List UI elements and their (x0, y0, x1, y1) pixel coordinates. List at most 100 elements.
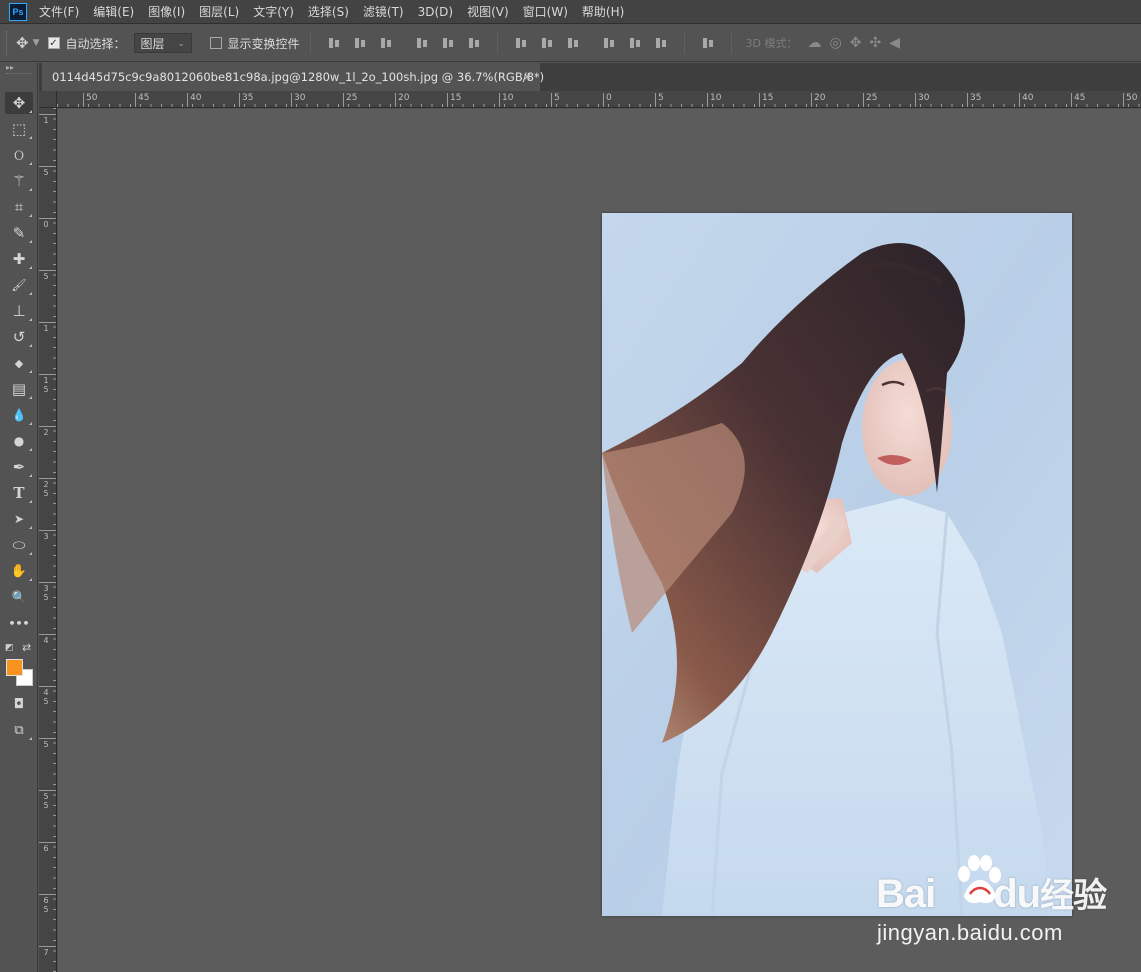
ruler-tick-label: 20 (394, 93, 410, 107)
swap-colors-icon[interactable]: ⇄ (22, 641, 31, 654)
close-icon[interactable]: × (523, 70, 532, 83)
menu-window[interactable]: 窗口(W) (523, 3, 568, 20)
hand-tool[interactable]: ✋ (5, 560, 33, 582)
zoom-tool[interactable]: 🔍 (5, 586, 33, 608)
distribute-vertical-center-icon[interactable] (540, 36, 554, 50)
quick-mask-icon: ◘ (13, 696, 25, 712)
divider (309, 32, 311, 54)
history-brush-icon: ↺ (12, 328, 26, 346)
options-grip[interactable] (6, 31, 12, 55)
ruler-tick-label: 1 (39, 322, 56, 333)
ruler-tick-label: 45 (1070, 93, 1086, 107)
align-top-icon[interactable] (327, 36, 341, 50)
menu-type[interactable]: 文字(Y) (253, 3, 294, 20)
more-tools[interactable]: ••• (5, 612, 33, 634)
menu-file[interactable]: 文件(F) (39, 3, 79, 20)
menu-view[interactable]: 视图(V) (467, 3, 509, 20)
align-bottom-icon[interactable] (379, 36, 393, 50)
blur-tool[interactable]: 💧 (5, 404, 33, 426)
3d-mode-label: 3D 模式： (745, 37, 798, 50)
crop-tool[interactable]: ⌗ (5, 196, 33, 218)
chevron-down-icon: ⌄ (177, 38, 185, 48)
ruler-tick-label: 35 (966, 93, 982, 107)
lasso-icon: ଠ (13, 146, 24, 164)
healing-brush-tool[interactable]: ✚ (5, 248, 33, 270)
eyedropper-tool[interactable]: ✎ (5, 222, 33, 244)
menu-filter[interactable]: 滤镜(T) (363, 3, 404, 20)
eraser-tool[interactable]: ◆ (5, 352, 33, 374)
foreground-color-swatch[interactable] (6, 659, 23, 676)
menu-select[interactable]: 选择(S) (308, 3, 349, 20)
ruler-tick-label: 30 (914, 93, 930, 107)
ruler-tick-label: 6 (39, 842, 56, 853)
distribute-bottom-icon[interactable] (566, 36, 580, 50)
path-selection-tool[interactable]: ➤ (5, 508, 33, 530)
distribute-horizontal-center-icon[interactable] (628, 36, 642, 50)
align-horizontal-center-icon[interactable] (441, 36, 455, 50)
ruler-tick-label: 1 5 (39, 374, 56, 394)
menu-help[interactable]: 帮助(H) (582, 3, 624, 20)
quick-mask-button[interactable]: ◘ (5, 693, 33, 715)
brush-tool[interactable]: 🖌 (5, 274, 33, 296)
menu-edit[interactable]: 编辑(E) (93, 3, 134, 20)
magic-wand-tool[interactable]: ⚚ (5, 170, 33, 192)
document-image[interactable] (602, 213, 1072, 916)
brush-icon: 🖌 (11, 278, 27, 292)
document-tab[interactable]: 0114d45d75c9c9a8012060be81c98a.jpg@1280w… (42, 63, 544, 91)
auto-select-target-dropdown[interactable]: 图层 ⌄ (133, 33, 192, 53)
history-brush-tool[interactable]: ↺ (5, 326, 33, 348)
horizontal-ruler[interactable]: 50 45 40 35 30 25 20 15 10 5 0 5 10 15 20 25 30 35 40 45 50 (57, 91, 1141, 108)
default-colors-icon[interactable]: ◩ (5, 643, 14, 653)
vertical-ruler[interactable]: 1 5 0 5 1 1 5 2 2 5 3 3 5 4 4 5 5 5 5 6 6 5 7 (39, 108, 57, 972)
type-tool[interactable]: T (5, 482, 33, 504)
pen-tool[interactable]: ✒ (5, 456, 33, 478)
3d-pan-icon[interactable]: ✥ (850, 35, 862, 51)
clone-stamp-tool[interactable]: ⊥ (5, 300, 33, 322)
align-right-icon[interactable] (467, 36, 481, 50)
marquee-tool[interactable]: ⬚ (5, 118, 33, 140)
divider (730, 32, 732, 54)
distribute-right-icon[interactable] (654, 36, 668, 50)
divider (496, 32, 498, 54)
lasso-tool[interactable]: ଠ (5, 144, 33, 166)
ruler-tick-label: 3 (39, 530, 56, 541)
align-left-icon[interactable] (415, 36, 429, 50)
show-transform-checkbox[interactable] (209, 37, 222, 49)
gradient-tool[interactable]: ▤ (5, 378, 33, 400)
screen-mode-button[interactable]: ⧉ (5, 719, 33, 741)
watermark-url: jingyan.baidu.com (877, 920, 1063, 945)
ruler-tick-label: 50 (1122, 93, 1138, 107)
auto-align-layers-icon[interactable] (701, 36, 715, 50)
portrait-photo (602, 213, 1072, 916)
collapse-panel-icon[interactable]: ▸▸ (0, 63, 37, 72)
3d-scale-icon[interactable]: ◀ (889, 35, 900, 51)
align-vertical-center-icon[interactable] (353, 36, 367, 50)
dodge-tool[interactable]: ● (5, 430, 33, 452)
3d-orbit-icon[interactable]: ☁ (808, 35, 822, 51)
move-icon[interactable]: ✥ (16, 34, 29, 52)
document-tab-title: 0114d45d75c9c9a8012060be81c98a.jpg@1280w… (52, 70, 545, 84)
auto-select-target-value: 图层 (140, 36, 165, 51)
ruler-tick-label: 40 (186, 93, 202, 107)
tools-grip[interactable] (6, 73, 32, 77)
auto-select-checkbox[interactable]: ✓ (47, 37, 60, 49)
distribute-buttons (508, 36, 674, 50)
ruler-tick-label: 4 (39, 634, 56, 645)
menu-image[interactable]: 图像(I) (148, 3, 185, 20)
ruler-tick-label: 5 (39, 166, 56, 177)
3d-slide-icon[interactable]: ✣ (869, 35, 881, 51)
ruler-origin[interactable] (39, 91, 57, 108)
move-tool[interactable]: ✥ (5, 92, 33, 114)
ruler-tick-label: 7 (39, 946, 56, 957)
chevron-down-icon[interactable]: ▼ (33, 38, 40, 48)
menu-bar: Ps 文件(F) 编辑(E) 图像(I) 图层(L) 文字(Y) 选择(S) 滤… (0, 0, 1141, 24)
menu-3d[interactable]: 3D(D) (418, 5, 453, 19)
ruler-tick-label: 5 (39, 738, 56, 749)
menu-layer[interactable]: 图层(L) (199, 3, 239, 20)
ruler-tick-label: 4 5 (39, 686, 56, 706)
distribute-top-icon[interactable] (514, 36, 528, 50)
distribute-left-icon[interactable] (602, 36, 616, 50)
ellipse-tool[interactable]: ⬭ (5, 534, 33, 556)
pen-icon: ✒ (12, 458, 26, 476)
3d-roll-icon[interactable]: ◎ (830, 35, 842, 51)
